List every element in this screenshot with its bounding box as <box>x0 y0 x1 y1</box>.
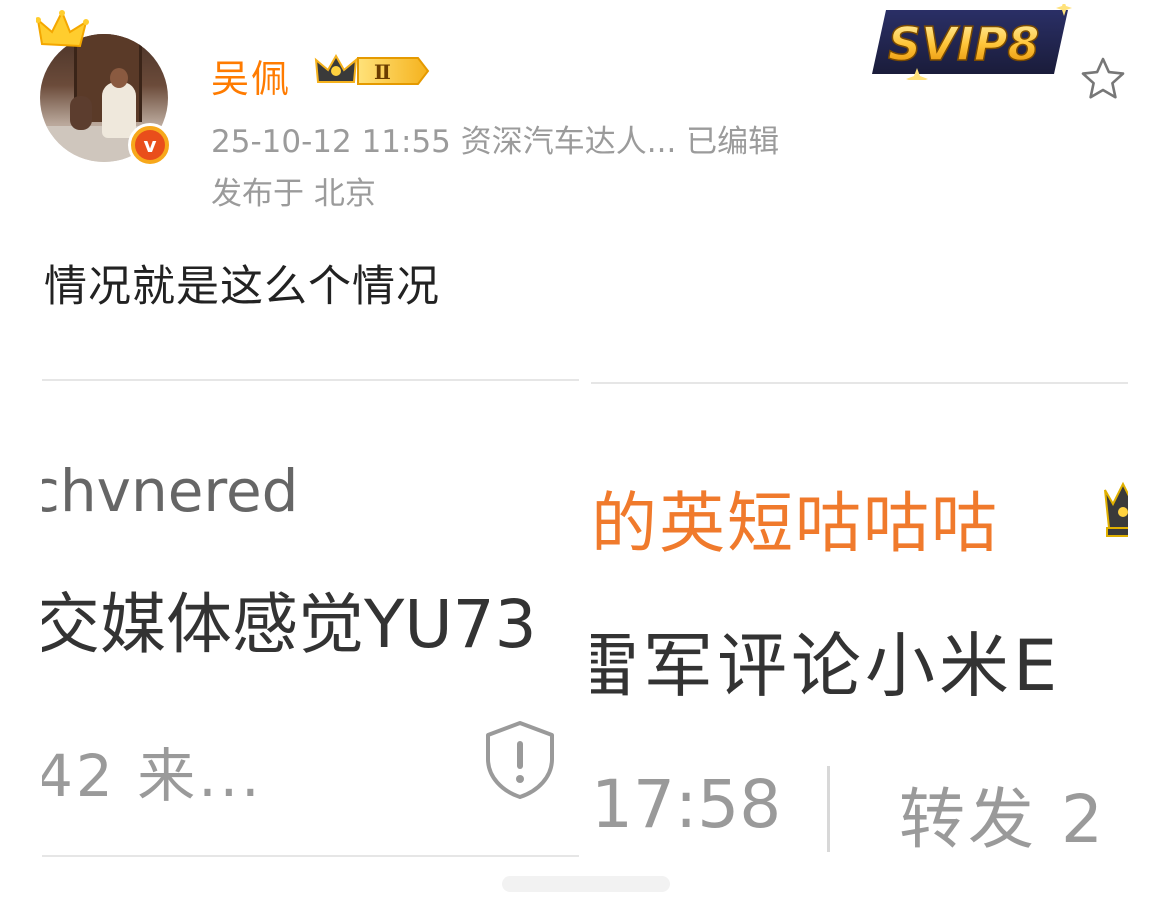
image-right-divider <box>827 766 830 852</box>
image-left-username: chvnered <box>42 457 299 525</box>
verified-badge-icon: v <box>128 123 172 167</box>
attached-image-right[interactable]: 的英短咕咕咕 雷军评论小米E 17:58 转发 2 <box>591 382 1128 854</box>
image-right-text: 雷军评论小米E <box>591 625 1062 707</box>
svip-badge-icon: SVIP8 <box>872 4 1072 80</box>
svg-text:SVIP8: SVIP8 <box>888 17 1040 71</box>
avatar-crown-icon <box>36 10 89 48</box>
author-name[interactable]: 吴佩 <box>211 48 291 103</box>
watermark <box>502 876 670 892</box>
svg-text:Ⅱ: Ⅱ <box>374 60 391 84</box>
star-outline-icon[interactable] <box>1078 54 1128 104</box>
attached-image-left[interactable]: chvnered 交媒体感觉YU73 42 来... <box>42 379 579 857</box>
image-left-meta: 42 来... <box>42 742 263 810</box>
member-level-badge-icon: Ⅱ <box>314 53 430 85</box>
shield-alert-icon <box>486 721 554 799</box>
crown-icon <box>1104 481 1128 537</box>
image-right-repost: 转发 2 <box>899 781 1106 854</box>
image-right-time: 17:58 <box>591 766 782 843</box>
post-location: 发布于 北京 <box>211 176 376 212</box>
post-meta: 25-10-12 11:55 资深汽车达人... 已编辑 <box>211 124 780 160</box>
image-right-username: 的英短咕咕咕 <box>591 485 999 562</box>
post-text: 情况就是这么个情况 <box>44 262 440 312</box>
image-left-text: 交媒体感觉YU73 <box>42 586 537 663</box>
